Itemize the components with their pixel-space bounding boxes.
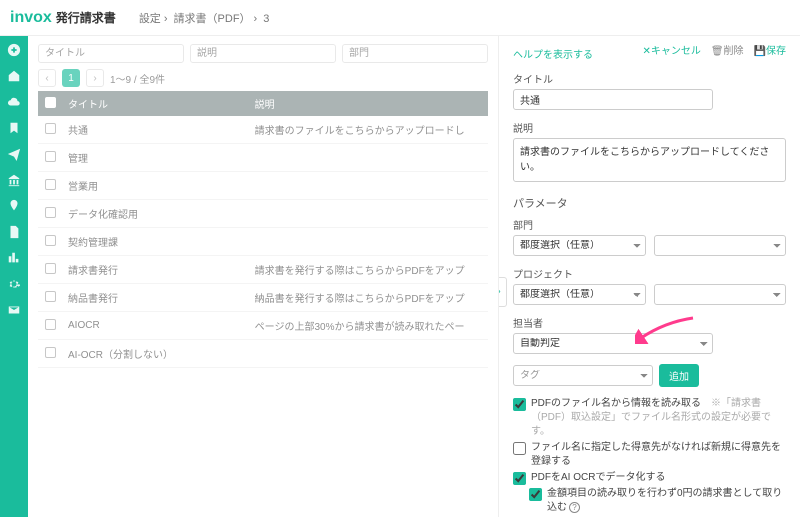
chk-ai-ocr[interactable] — [513, 472, 526, 485]
table-row[interactable]: 請求書発行請求書を発行する際はこちらからPDFをアップ — [38, 256, 488, 284]
detail-panel: › ✕キャンセル 🗑削除 💾保存 ヘルプを表示する タイトル 説明 パラメータ … — [498, 36, 800, 517]
home-icon[interactable] — [6, 68, 22, 84]
dept-label: 部門 — [513, 217, 786, 232]
project-label: プロジェクト — [513, 266, 786, 281]
select-all-checkbox[interactable] — [45, 97, 56, 108]
dept-select-2[interactable] — [654, 235, 787, 256]
pager-range: 1〜9 / 全9件 — [110, 71, 165, 86]
param-heading: パラメータ — [513, 195, 786, 211]
row-checkbox[interactable] — [45, 347, 56, 358]
chk-create-customer[interactable] — [513, 442, 526, 455]
row-checkbox[interactable] — [45, 151, 56, 162]
plus-icon[interactable] — [6, 42, 22, 58]
project-select-2[interactable] — [654, 284, 787, 305]
table-row[interactable]: AI-OCR（分割しない） — [38, 340, 488, 368]
row-checkbox[interactable] — [45, 179, 56, 190]
row-title: データ化確認用 — [62, 200, 249, 228]
desc-textarea[interactable] — [513, 138, 786, 182]
topbar: invox 発行請求書 設定› 請求書（PDF）› 3 — [0, 0, 800, 36]
pager-prev[interactable]: ‹ — [38, 69, 56, 87]
assignee-label: 担当者 — [513, 315, 786, 330]
table-row[interactable]: 共通請求書のファイルをこちらからアップロードし — [38, 116, 488, 144]
row-desc: 請求書を発行する際はこちらからPDFをアップ — [249, 256, 488, 284]
send-icon[interactable] — [6, 146, 22, 162]
collapse-handle[interactable]: › — [498, 277, 507, 307]
assignee-select[interactable]: 自動判定 — [513, 333, 713, 354]
bookmark-icon[interactable] — [6, 120, 22, 136]
row-checkbox[interactable] — [45, 263, 56, 274]
sidebar — [0, 36, 28, 517]
project-select[interactable]: 都度選択（任意） — [513, 284, 646, 305]
row-desc — [249, 228, 488, 256]
gear-icon[interactable] — [6, 276, 22, 292]
cloud-icon[interactable] — [6, 94, 22, 110]
row-title: 管理 — [62, 144, 249, 172]
row-title: 契約管理課 — [62, 228, 249, 256]
list-panel: ‹ 1 › 1〜9 / 全9件 タイトル 説明 共通請求書のファイルをこちらから… — [28, 36, 498, 517]
table-row[interactable]: データ化確認用 — [38, 200, 488, 228]
pin-icon[interactable] — [6, 198, 22, 214]
file-icon[interactable] — [6, 224, 22, 240]
bank-icon[interactable] — [6, 172, 22, 188]
row-title: 共通 — [62, 116, 249, 144]
table-row[interactable]: 営業用 — [38, 172, 488, 200]
table-row[interactable]: 管理 — [38, 144, 488, 172]
add-button[interactable]: 追加 — [659, 364, 699, 387]
title-input[interactable] — [513, 89, 713, 110]
table-row[interactable]: AIOCRページの上部30%から請求書が読み取れたペー — [38, 312, 488, 340]
table-row[interactable]: 契約管理課 — [38, 228, 488, 256]
row-title: 営業用 — [62, 172, 249, 200]
filter-desc-input[interactable] — [190, 44, 336, 63]
tag-select[interactable]: タグ — [513, 365, 653, 386]
delete-button[interactable]: 🗑削除 — [711, 42, 744, 57]
logo-subtitle: 発行請求書 — [56, 9, 116, 26]
row-desc — [249, 172, 488, 200]
table-row[interactable]: 納品書発行納品書を発行する際はこちらからPDFをアップ — [38, 284, 488, 312]
row-checkbox[interactable] — [45, 207, 56, 218]
row-checkbox[interactable] — [45, 291, 56, 302]
dept-select[interactable]: 都度選択（任意） — [513, 235, 646, 256]
col-desc[interactable]: 説明 — [249, 91, 488, 116]
chk-zero-yen[interactable] — [529, 488, 542, 501]
filter-title-input[interactable] — [38, 44, 184, 63]
row-checkbox[interactable] — [45, 123, 56, 134]
pager-current[interactable]: 1 — [62, 69, 80, 87]
row-desc — [249, 144, 488, 172]
col-title[interactable]: タイトル — [62, 91, 249, 116]
row-title: 納品書発行 — [62, 284, 249, 312]
breadcrumb: 設定› 請求書（PDF）› 3 — [136, 10, 273, 26]
row-title: 請求書発行 — [62, 256, 249, 284]
list-table: タイトル 説明 共通請求書のファイルをこちらからアップロードし管理営業用データ化… — [38, 91, 488, 368]
chart-icon[interactable] — [6, 250, 22, 266]
mail-icon[interactable] — [6, 302, 22, 318]
cancel-button[interactable]: ✕キャンセル — [642, 42, 700, 57]
desc-label: 説明 — [513, 120, 786, 135]
row-desc: 請求書のファイルをこちらからアップロードし — [249, 116, 488, 144]
row-desc — [249, 340, 488, 368]
row-desc — [249, 200, 488, 228]
row-checkbox[interactable] — [45, 319, 56, 330]
save-button[interactable]: 💾保存 — [754, 42, 786, 57]
row-desc: 納品書を発行する際はこちらからPDFをアップ — [249, 284, 488, 312]
help-icon[interactable]: ? — [569, 502, 580, 513]
title-label: タイトル — [513, 71, 786, 86]
row-title: AI-OCR（分割しない） — [62, 340, 249, 368]
chk-filename-read[interactable] — [513, 398, 526, 411]
logo: invox — [10, 9, 52, 27]
row-title: AIOCR — [62, 312, 249, 340]
pager-next[interactable]: › — [86, 69, 104, 87]
filter-dept-input[interactable] — [342, 44, 488, 63]
row-desc: ページの上部30%から請求書が読み取れたペー — [249, 312, 488, 340]
row-checkbox[interactable] — [45, 235, 56, 246]
